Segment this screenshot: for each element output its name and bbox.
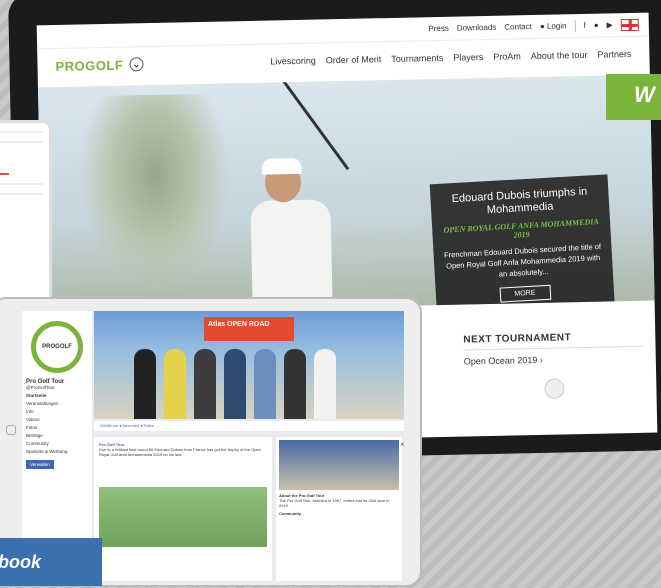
menu-proam[interactable]: ProAm [493, 51, 521, 62]
tree-image [78, 93, 233, 297]
sidebar-item-photos[interactable]: Fotos [26, 425, 88, 430]
menu-about-the-tour[interactable]: About the tour [531, 50, 588, 61]
progolf-logo[interactable]: PROGOLF [55, 57, 123, 73]
hero-image: Edouard Dubois triumphs in Mohammedia OP… [37, 74, 655, 314]
community-heading: Community [279, 511, 301, 516]
news-card: Edouard Dubois triumphs in Mohammedia OP… [429, 174, 616, 314]
profile-logo-text: PROGOLF [42, 344, 72, 350]
twitter-icon[interactable]: ● [594, 21, 599, 30]
tablet-home-button [6, 425, 16, 435]
youtube-icon[interactable]: ▶ [607, 20, 613, 29]
sidebar-item-community[interactable]: Community [26, 441, 88, 446]
login-label: Login [546, 21, 567, 31]
divider [574, 19, 576, 32]
sidebar-item-info[interactable]: Info [26, 409, 88, 414]
news-event: OPEN ROYAL GOLF ANFA MOHAMMEDIA 2019 [443, 216, 599, 240]
action-bar[interactable]: Gefällt mir ▾ Abonniert ▾ Teilen … [94, 421, 404, 431]
page-handle: @ProGolfTour [26, 385, 55, 390]
facebook-post: Pro Golf Tour Due to a brilliant final r… [94, 437, 272, 581]
golf-ball-image [544, 378, 565, 399]
logo-text: PROGOLF [55, 57, 124, 74]
about-image [279, 440, 399, 490]
language-flag-icon[interactable] [620, 18, 639, 31]
next-tournament: NEXT TOURNAMENT Open Ocean 2019 › [463, 330, 644, 401]
menu-partners[interactable]: Partners [597, 49, 631, 60]
menu-tournaments[interactable]: Tournaments [391, 53, 443, 64]
about-text: The Pro Golf Tour, founded in 1997, ente… [279, 498, 390, 508]
contact-link[interactable]: Contact [504, 22, 532, 32]
sidebar-item-events[interactable]: Veranstaltungen [26, 401, 88, 406]
facebook-icon[interactable]: f [583, 21, 585, 30]
main-menu: Livescoring Order of Merit Tournaments P… [270, 49, 631, 67]
cover-photo: Atlas OPEN ROAD [94, 311, 404, 419]
sidebar-item-home[interactable]: Startseite [26, 393, 88, 398]
about-panel: About the Pro Golf Tour The Pro Golf Tou… [276, 437, 402, 581]
post-image[interactable] [99, 487, 267, 547]
menu-order-of-merit[interactable]: Order of Merit [326, 54, 382, 65]
press-link[interactable]: Press [428, 24, 449, 33]
login-link[interactable]: ● Login [540, 21, 567, 31]
sidebar-item-posts[interactable]: Beiträge [26, 433, 88, 438]
downloads-link[interactable]: Downloads [457, 23, 497, 33]
sidebar-item-videos[interactable]: Videos [26, 417, 88, 422]
next-tournament-heading: NEXT TOURNAMENT [463, 330, 644, 351]
manage-button[interactable]: Verwalten [26, 460, 54, 469]
close-icon[interactable]: × [400, 440, 405, 449]
sidebar-item-venues[interactable]: Spielorte & Werbung [26, 449, 88, 454]
post-text: Due to a brilliant final round 66 Edouar… [99, 447, 261, 457]
profile-logo[interactable]: PROGOLF [31, 321, 83, 373]
golfer-image [244, 151, 367, 313]
website-badge: W [606, 74, 661, 120]
chevron-down-icon[interactable]: ⌄ [129, 57, 144, 72]
more-button[interactable]: MORE [499, 284, 551, 303]
menu-players[interactable]: Players [453, 52, 483, 63]
atlas-banner: Atlas OPEN ROAD [204, 317, 294, 341]
facebook-badge: book [0, 538, 102, 586]
news-headline: Edouard Dubois triumphs in Mohammedia [451, 185, 588, 217]
news-text: Frenchman Edouard Dubois secured the tit… [443, 241, 602, 279]
next-tournament-link[interactable]: Open Ocean 2019 › [464, 353, 644, 367]
menu-livescoring[interactable]: Livescoring [270, 56, 316, 67]
